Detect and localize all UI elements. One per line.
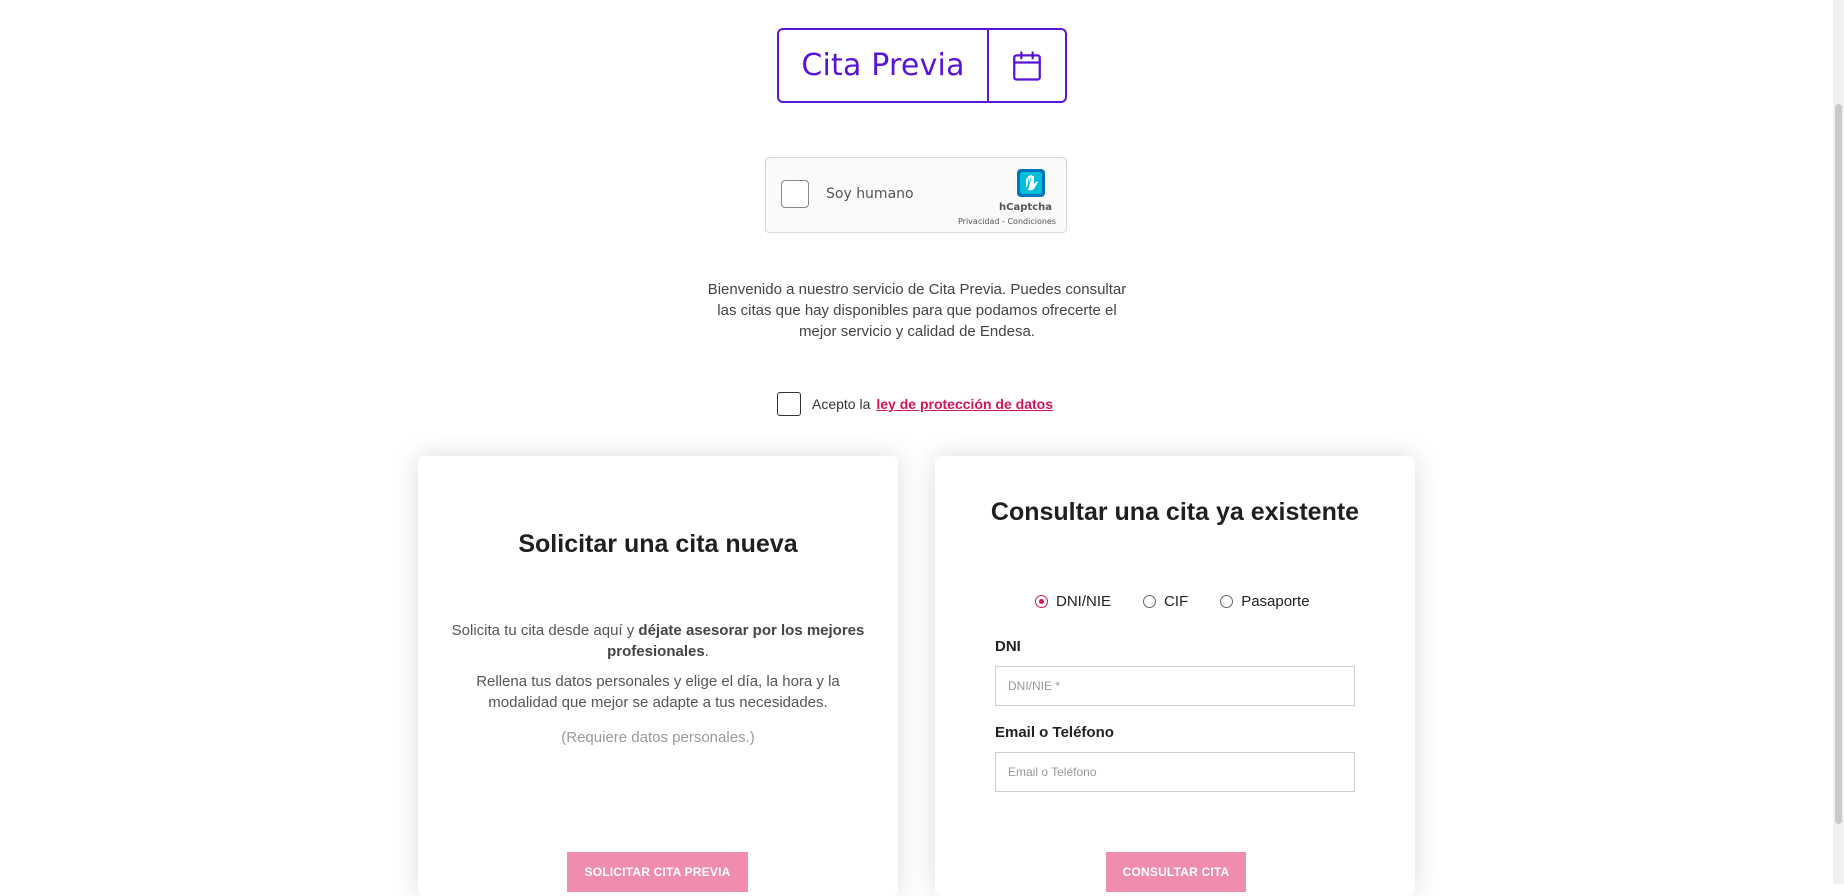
radio-label: DNI/NIE [1056, 593, 1112, 610]
scrollbar-thumb[interactable] [1835, 104, 1842, 824]
brand-title: Cita Previa [779, 30, 989, 101]
contact-label: Email o Teléfono [995, 724, 1114, 741]
captcha-checkbox[interactable] [781, 180, 809, 208]
new-appointment-desc2: Rellena tus datos personales y elige el … [476, 673, 840, 711]
check-appointment-button[interactable]: CONSULTAR CITA [1106, 852, 1246, 892]
existing-appointment-card: Consultar una cita ya existente DNI/NIE … [935, 456, 1415, 896]
hcaptcha-widget: Soy humano hCaptcha Privacidad - Condici… [765, 157, 1067, 233]
consent-checkbox[interactable] [777, 392, 801, 416]
dni-input[interactable] [995, 666, 1355, 706]
consent-row: Acepto la ley de protección de datos [777, 392, 1053, 416]
radio-label: Pasaporte [1241, 593, 1310, 610]
personal-data-note: (Requiere datos personales.) [561, 729, 755, 746]
radio-button-icon [1035, 595, 1048, 608]
desc-bold: déjate asesorar por los mejores profesio… [607, 622, 865, 660]
new-appointment-desc-line: Solicita tu cita desde aquí y déjate ase… [442, 620, 874, 662]
hcaptcha-logo-icon [1014, 167, 1048, 204]
document-type-selector: DNI/NIE CIF Pasaporte [1035, 593, 1342, 610]
new-appointment-description: Solicita tu cita desde aquí y déjate ase… [442, 620, 874, 757]
contact-input[interactable] [995, 752, 1355, 792]
desc-prefix: Solicita tu cita desde aquí y [451, 622, 639, 639]
radio-cif[interactable]: CIF [1143, 593, 1188, 610]
radio-label: CIF [1164, 593, 1189, 610]
captcha-brand: hCaptcha [999, 202, 1052, 213]
new-appointment-title: Solicitar una cita nueva [518, 530, 798, 558]
radio-button-icon [1220, 595, 1234, 608]
captcha-label: Soy humano [826, 186, 914, 202]
radio-dni-nie[interactable]: DNI/NIE [1035, 593, 1111, 610]
intro-text: Bienvenido a nuestro servicio de Cita Pr… [707, 281, 1127, 340]
radio-button-icon [1143, 595, 1157, 608]
calendar-icon [989, 30, 1065, 101]
captcha-links[interactable]: Privacidad - Condiciones [958, 217, 1056, 226]
cita-previa-header: Cita Previa [777, 28, 1067, 103]
existing-appointment-title: Consultar una cita ya existente [990, 498, 1360, 526]
consent-prefix: Acepto la [812, 396, 871, 412]
dni-label: DNI [995, 638, 1021, 655]
page-scrollbar[interactable] [1833, 0, 1844, 884]
desc-suffix: . [704, 643, 709, 660]
data-protection-link[interactable]: ley de protección de datos [876, 396, 1053, 412]
radio-pasaporte[interactable]: Pasaporte [1220, 593, 1310, 610]
new-appointment-card: Solicitar una cita nueva Solicita tu cit… [418, 456, 898, 896]
request-appointment-button[interactable]: SOLICITAR CITA PREVIA [567, 852, 748, 892]
